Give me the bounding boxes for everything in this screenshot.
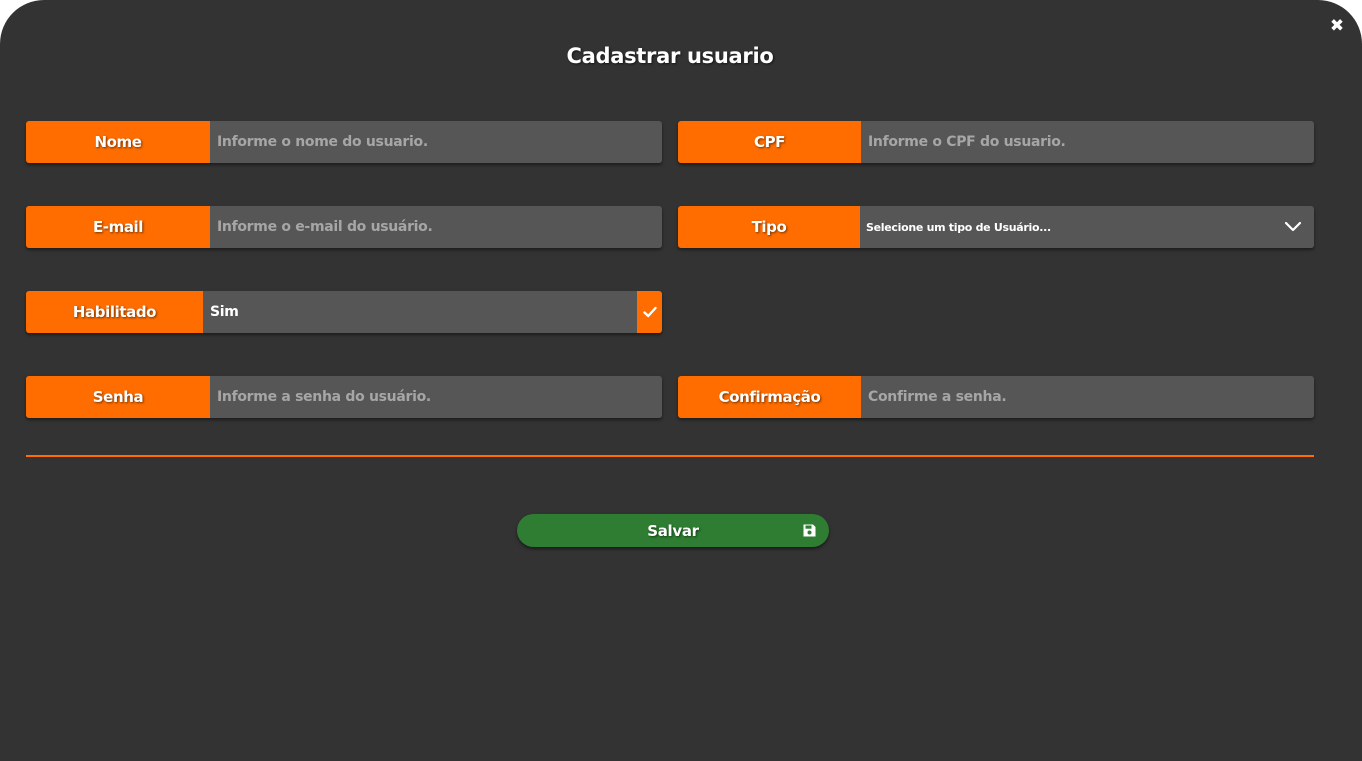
close-icon[interactable]: ✖ <box>1328 17 1346 35</box>
senha-label: Senha <box>26 376 210 418</box>
senha-field-group: Senha <box>26 376 662 418</box>
cpf-field-group: CPF <box>678 121 1314 163</box>
check-icon <box>642 306 657 318</box>
nome-label: Nome <box>26 121 210 163</box>
confirmacao-label: Confirmação <box>678 376 861 418</box>
nome-input[interactable] <box>210 121 662 163</box>
confirmacao-field-group: Confirmação <box>678 376 1314 418</box>
email-field-group: E-mail <box>26 206 662 248</box>
habilitado-value: Sim <box>210 304 239 320</box>
floppy-disk-icon <box>803 524 816 537</box>
tipo-selected-value: Selecione um tipo de Usuário... <box>866 220 1051 234</box>
habilitado-label: Habilitado <box>26 291 203 333</box>
save-button[interactable]: Salvar <box>517 514 829 547</box>
senha-input[interactable] <box>210 376 662 418</box>
habilitado-checkbox[interactable] <box>637 291 662 333</box>
chevron-down-icon <box>1284 221 1302 232</box>
tipo-select[interactable]: Selecione um tipo de Usuário... <box>860 206 1314 248</box>
email-label: E-mail <box>26 206 210 248</box>
habilitado-value-box: Sim <box>203 291 637 333</box>
confirmacao-input[interactable] <box>861 376 1314 418</box>
cpf-label: CPF <box>678 121 861 163</box>
tipo-field-group: Tipo Selecione um tipo de Usuário... <box>678 206 1314 248</box>
tipo-label: Tipo <box>678 206 860 248</box>
form-divider <box>26 455 1314 457</box>
nome-field-group: Nome <box>26 121 662 163</box>
modal-title: Cadastrar usuario <box>566 44 774 68</box>
save-button-label: Salvar <box>647 521 699 540</box>
habilitado-field-group: Habilitado Sim <box>26 291 662 333</box>
cpf-input[interactable] <box>861 121 1314 163</box>
register-user-modal: ✖ Cadastrar usuario Nome CPF E-mail Tipo… <box>0 0 1362 761</box>
email-input[interactable] <box>210 206 662 248</box>
